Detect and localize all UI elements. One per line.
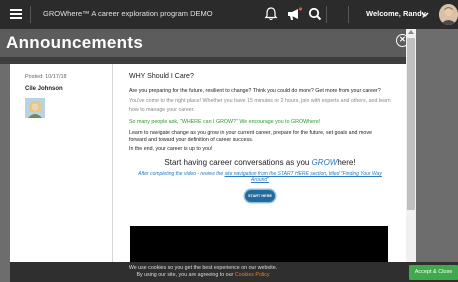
paragraph: You've come to the right place! Whether …	[129, 98, 391, 114]
divider	[30, 6, 31, 23]
divider	[348, 6, 349, 23]
modal-title: Announcements	[6, 33, 144, 52]
instruction-text: After completing the video - review the …	[138, 171, 382, 184]
video-player[interactable]	[130, 226, 388, 262]
announcement-body: WHY Should I Care? Are you preparing for…	[129, 70, 391, 203]
callout-heading: Start having career conversations as you…	[164, 158, 356, 168]
paragraph: Learn to navigate change as you grow in …	[129, 130, 372, 143]
announcement-heading: WHY Should I Care?	[129, 73, 194, 80]
paragraph: So many people ask, "WHERE can I GROW?" …	[129, 119, 321, 126]
scrollbar-thumb[interactable]	[407, 38, 415, 210]
cookie-message: We use cookies so you get the best exper…	[128, 265, 278, 278]
paragraph: In the end, your career is up to you!	[129, 146, 213, 153]
posted-date: Posted: 10/17/18	[25, 74, 67, 80]
start-here-button[interactable]: START HERE	[245, 190, 275, 203]
cookies-policy-link[interactable]: Cookies Policy	[235, 272, 270, 278]
menu-icon[interactable]	[10, 9, 22, 19]
divider	[326, 6, 327, 23]
chevron-down-icon[interactable]	[420, 6, 430, 22]
megaphone-icon[interactable]	[285, 5, 303, 23]
divider	[112, 64, 113, 262]
accept-cookies-button[interactable]: Accept & Close	[409, 265, 458, 280]
paragraph: Are you preparing for the future, resili…	[129, 88, 381, 94]
author-name: Cile Johnson	[25, 86, 63, 92]
navigation-link[interactable]: site navigation from the START HERE sect…	[225, 171, 382, 183]
app-title: GROWhere™ A career exploration program D…	[43, 9, 213, 18]
bell-icon[interactable]	[262, 5, 280, 23]
avatar[interactable]	[439, 4, 458, 25]
user-menu-label[interactable]: Welcome, Randy	[366, 9, 426, 18]
brand-word: GROW	[311, 158, 338, 168]
top-bar: GROWhere™ A career exploration program D…	[0, 0, 458, 29]
author-avatar	[25, 98, 45, 118]
scroll-up-icon[interactable]	[408, 30, 414, 34]
search-icon[interactable]	[306, 5, 324, 23]
modal-header-strip	[0, 57, 416, 64]
